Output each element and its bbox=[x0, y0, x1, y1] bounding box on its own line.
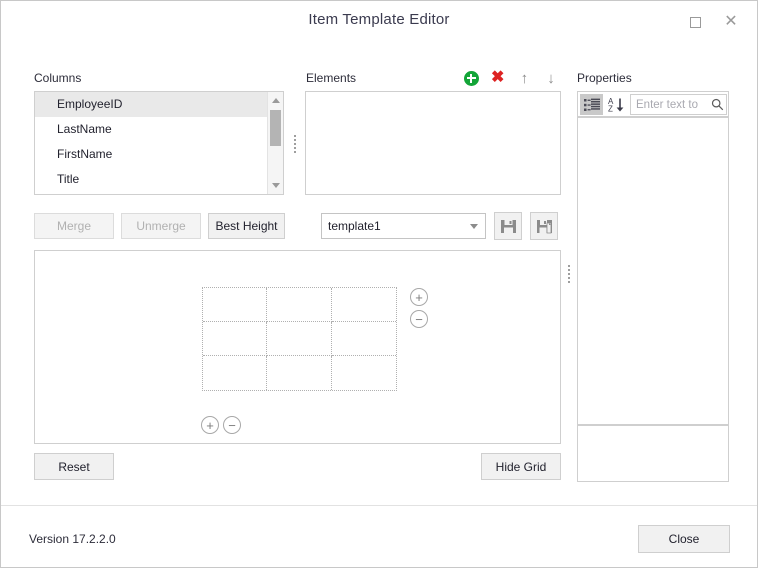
add-row-button[interactable]: + bbox=[410, 288, 428, 306]
add-column-button[interactable]: + bbox=[201, 416, 219, 434]
elements-toolbar: ✖ ↑ ↓ bbox=[461, 68, 561, 88]
main-properties-splitter[interactable] bbox=[567, 263, 570, 285]
scrollbar-thumb[interactable] bbox=[270, 110, 281, 146]
categorized-view-icon bbox=[583, 98, 600, 111]
properties-description-pane bbox=[577, 425, 729, 482]
list-item[interactable]: Title bbox=[35, 167, 267, 192]
search-icon[interactable] bbox=[708, 98, 726, 111]
splitter-dot bbox=[293, 134, 296, 137]
merge-button[interactable]: Merge bbox=[34, 213, 114, 239]
scroll-up-arrow-icon[interactable] bbox=[268, 93, 283, 108]
columns-scrollbar[interactable] bbox=[267, 92, 283, 194]
footer-divider bbox=[1, 505, 757, 506]
scroll-down-arrow-icon[interactable] bbox=[268, 178, 283, 193]
template-select[interactable]: template1 bbox=[321, 213, 486, 239]
alphabetical-sort-button[interactable]: A Z bbox=[605, 94, 628, 115]
version-label: Version 17.2.2.0 bbox=[29, 532, 116, 546]
columns-list-items: EmployeeID LastName FirstName Title bbox=[35, 92, 267, 194]
close-button[interactable]: Close bbox=[638, 525, 730, 553]
list-item[interactable]: FirstName bbox=[35, 142, 267, 167]
move-element-up-button[interactable]: ↑ bbox=[514, 68, 534, 88]
delete-element-button[interactable]: ✖ bbox=[488, 68, 508, 88]
list-item[interactable]: EmployeeID bbox=[35, 92, 267, 117]
triangle-up-glyph bbox=[271, 98, 280, 103]
hide-grid-button[interactable]: Hide Grid bbox=[481, 453, 561, 480]
properties-search-input[interactable]: Enter text to bbox=[630, 94, 727, 115]
splitter-dot bbox=[293, 142, 296, 145]
splitter-dot bbox=[293, 146, 296, 149]
save-template-as-button[interactable] bbox=[530, 212, 558, 240]
grid-cell[interactable] bbox=[203, 322, 268, 356]
grid-cell[interactable] bbox=[267, 322, 332, 356]
grid-cell[interactable] bbox=[267, 356, 332, 390]
delete-x-icon: ✖ bbox=[490, 69, 505, 86]
list-item-label: Title bbox=[57, 172, 80, 186]
list-item-label: LastName bbox=[57, 122, 112, 136]
splitter-dot bbox=[567, 277, 570, 279]
maximize-button[interactable] bbox=[681, 9, 709, 35]
columns-label: Columns bbox=[34, 71, 82, 85]
elements-list[interactable] bbox=[305, 91, 561, 195]
categorized-view-button[interactable] bbox=[580, 94, 603, 115]
item-template-editor-window: Item Template Editor ✕ Columns EmployeeI… bbox=[0, 0, 758, 568]
grid-cell[interactable] bbox=[203, 288, 268, 322]
alphabetical-sort-icon: A Z bbox=[608, 97, 624, 113]
elements-label: Elements bbox=[306, 71, 357, 85]
magnifier-glyph bbox=[711, 98, 723, 111]
move-element-down-button[interactable]: ↓ bbox=[541, 68, 561, 88]
splitter-dot bbox=[567, 273, 570, 275]
arrow-up-icon: ↑ bbox=[520, 69, 529, 87]
title-bar: Item Template Editor ✕ bbox=[1, 1, 757, 45]
grid-cell[interactable] bbox=[331, 322, 396, 356]
properties-search-placeholder: Enter text to bbox=[636, 98, 699, 111]
remove-column-button[interactable]: − bbox=[223, 416, 241, 434]
template-select-value: template1 bbox=[328, 219, 381, 233]
close-window-button[interactable]: ✕ bbox=[717, 9, 745, 35]
triangle-down-glyph bbox=[271, 183, 280, 188]
add-circle-icon bbox=[463, 70, 479, 86]
svg-text:Z: Z bbox=[608, 105, 613, 113]
template-grid[interactable] bbox=[202, 287, 397, 391]
splitter-dot bbox=[567, 269, 570, 271]
splitter-dot bbox=[567, 281, 570, 283]
template-design-canvas[interactable]: + − + − bbox=[34, 250, 561, 444]
list-item-label: EmployeeID bbox=[57, 97, 123, 111]
add-element-button[interactable] bbox=[461, 68, 481, 88]
properties-label: Properties bbox=[577, 71, 632, 85]
best-height-button[interactable]: Best Height bbox=[208, 213, 285, 239]
save-floppy-icon bbox=[500, 219, 516, 233]
unmerge-button[interactable]: Unmerge bbox=[121, 213, 201, 239]
grid-cell[interactable] bbox=[332, 356, 396, 390]
columns-list[interactable]: EmployeeID LastName FirstName Title bbox=[34, 91, 284, 195]
caret-glyph bbox=[470, 223, 478, 229]
maximize-icon bbox=[689, 16, 701, 28]
list-item[interactable]: LastName bbox=[35, 117, 267, 142]
list-item-label: FirstName bbox=[57, 147, 113, 161]
arrow-down-icon: ↓ bbox=[547, 69, 555, 87]
save-template-button[interactable] bbox=[494, 212, 522, 240]
remove-row-button[interactable]: − bbox=[410, 310, 428, 328]
reset-button[interactable]: Reset bbox=[34, 453, 114, 480]
properties-grid[interactable] bbox=[577, 117, 729, 425]
columns-elements-splitter[interactable] bbox=[293, 116, 296, 171]
save-as-floppy-icon bbox=[536, 219, 552, 233]
grid-cell[interactable] bbox=[267, 288, 332, 322]
grid-cell[interactable] bbox=[331, 288, 396, 322]
splitter-dot bbox=[293, 150, 296, 153]
window-title: Item Template Editor bbox=[308, 11, 450, 28]
splitter-dot bbox=[567, 265, 570, 267]
properties-toolbar: A Z Enter text to bbox=[577, 91, 729, 117]
grid-cell[interactable] bbox=[203, 356, 268, 390]
close-icon: ✕ bbox=[724, 13, 738, 30]
splitter-dot bbox=[293, 138, 296, 141]
chevron-down-icon[interactable] bbox=[463, 223, 485, 229]
